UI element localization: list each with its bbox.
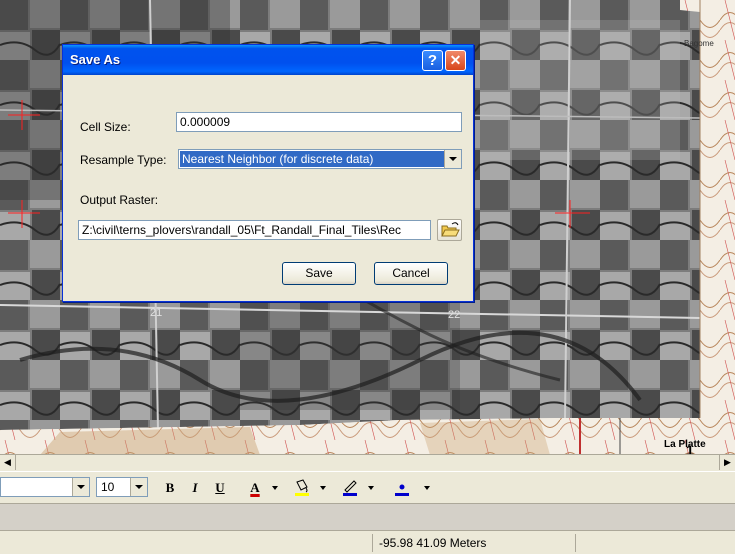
resample-type-value: Nearest Neighbor (for discrete data) <box>180 151 444 167</box>
line-color-icon[interactable] <box>340 478 360 497</box>
dialog-titlebar[interactable]: Save As ? ✕ <box>63 45 473 75</box>
map-section-label-22: 22 <box>448 309 460 321</box>
fill-color-icon[interactable] <box>292 478 312 497</box>
output-raster-input[interactable]: Z:\civil\terns_plovers\randall_05\Ft_Ran… <box>78 220 431 240</box>
chevron-down-icon[interactable] <box>444 150 461 168</box>
chevron-down-icon[interactable] <box>130 478 147 496</box>
italic-button[interactable]: I <box>185 478 205 497</box>
font-color-icon[interactable]: A <box>246 478 264 497</box>
cancel-button[interactable]: Cancel <box>374 262 448 285</box>
status-pane <box>575 534 735 552</box>
chevron-down-icon[interactable] <box>368 486 374 490</box>
chevron-down-icon[interactable] <box>72 478 89 496</box>
scroll-left-icon[interactable]: ◀ <box>0 455 16 470</box>
marker-color-icon[interactable] <box>392 478 412 497</box>
close-icon[interactable]: ✕ <box>445 50 466 71</box>
map-section-label-21: 21 <box>150 307 162 319</box>
help-icon[interactable]: ? <box>422 50 443 71</box>
dialog-title: Save As <box>70 52 121 67</box>
underline-button[interactable]: U <box>210 478 230 497</box>
font-size-value: 10 <box>101 480 115 494</box>
cell-size-label: Cell Size: <box>80 120 131 134</box>
resample-type-label: Resample Type: <box>80 153 167 167</box>
font-name-dropdown[interactable] <box>0 477 90 497</box>
map-corner-label: Bagome <box>684 39 714 48</box>
format-toolbar: 10 B I U A <box>0 471 735 504</box>
status-bar: -95.98 41.09 Meters <box>0 530 735 554</box>
chevron-down-icon[interactable] <box>320 486 326 490</box>
resample-type-dropdown[interactable]: Nearest Neighbor (for discrete data) <box>178 149 462 169</box>
font-size-dropdown[interactable]: 10 <box>96 477 148 497</box>
chevron-down-icon[interactable] <box>424 486 430 490</box>
output-raster-label: Output Raster: <box>80 193 159 207</box>
open-folder-icon[interactable] <box>437 219 462 241</box>
save-button[interactable]: Save <box>282 262 356 285</box>
bold-button[interactable]: B <box>160 478 180 497</box>
scroll-right-icon[interactable]: ▶ <box>719 455 735 470</box>
cell-size-input[interactable]: 0.000009 <box>176 112 462 132</box>
chevron-down-icon[interactable] <box>272 486 278 490</box>
save-as-dialog: Save As ? ✕ Cell Size: 0.000009 Resample… <box>62 44 474 302</box>
coordinate-readout: -95.98 41.09 Meters <box>372 534 572 552</box>
horizontal-scrollbar[interactable]: ◀ ▶ <box>0 454 735 471</box>
